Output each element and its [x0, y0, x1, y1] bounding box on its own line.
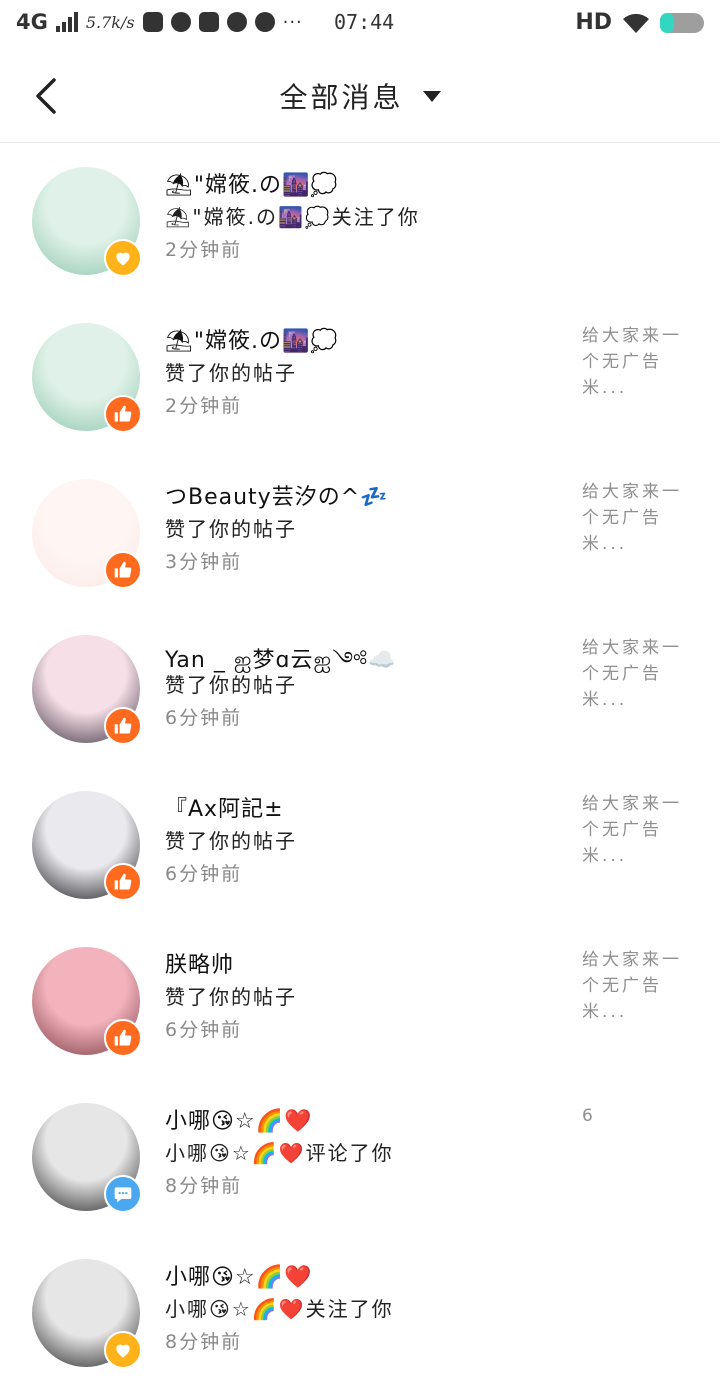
app-notification-icon: [198, 12, 219, 32]
heart-icon: [104, 239, 142, 277]
message-item[interactable]: Yan _ ஐ梦ɑ云ஐ༺☁️ 赞了你的帖子 6分钟前 给大家来一个无广告米...: [0, 611, 720, 767]
caret-down-icon: [422, 90, 441, 102]
message-time: 6分钟前: [165, 863, 243, 885]
pinwheel-icon: [254, 12, 275, 32]
message-item[interactable]: ⛱"嫦筱.の🌆💭 ⛱"嫦筱.の🌆💭关注了你 2分钟前: [0, 143, 720, 299]
title-dropdown[interactable]: 全部消息: [0, 76, 720, 116]
post-preview[interactable]: 6: [582, 1103, 692, 1129]
message-action: 赞了你的帖子: [165, 673, 297, 697]
status-bar: 4G 5.7k/s ··· 07:44 HD: [0, 0, 720, 48]
post-preview[interactable]: 给大家来一个无广告米...: [582, 635, 692, 713]
message-item[interactable]: つBeauty芸汐の^💤 赞了你的帖子 3分钟前 给大家来一个无广告米...: [0, 455, 720, 611]
message-action: 小哪😘☆🌈❤️评论了你: [165, 1141, 394, 1165]
more-notifications-icon: ···: [282, 11, 303, 33]
battery-icon: [660, 12, 704, 33]
message-item[interactable]: 朕略帅赞了你的帖子 6分钟前 给大家来一个无广告米...: [0, 923, 720, 1079]
sender-name[interactable]: 小哪😘☆🌈❤️: [165, 1259, 312, 1291]
message-item[interactable]: 小哪😘☆🌈❤️ 小哪😘☆🌈❤️关注了你 8分钟前: [0, 1235, 720, 1391]
message-time: 6分钟前: [165, 707, 243, 729]
thumb-up-icon: [104, 707, 142, 745]
message-item[interactable]: 小哪😘☆🌈❤️ 小哪😘☆🌈❤️评论了你 8分钟前 6: [0, 1079, 720, 1235]
clock: 07:44: [334, 10, 395, 34]
message-action: 赞了你的帖子: [165, 517, 297, 541]
message-action: 小哪😘☆🌈❤️关注了你: [165, 1297, 394, 1321]
message-item[interactable]: 『Ax阿記± 赞了你的帖子 6分钟前 给大家来一个无广告米...: [0, 767, 720, 923]
sender-name[interactable]: 小哪😘☆🌈❤️: [165, 1103, 312, 1135]
message-time: 8分钟前: [165, 1175, 243, 1197]
message-action: ⛱"嫦筱.の🌆💭关注了你: [165, 205, 420, 229]
thumb-up-icon: [104, 395, 142, 433]
thumb-up-icon: [104, 1019, 142, 1057]
message-list: ⛱"嫦筱.の🌆💭 ⛱"嫦筱.の🌆💭关注了你 2分钟前 ⛱"嫦筱.の🌆💭 赞了你的帖子 2分…: [0, 143, 720, 1391]
app-notification-icon: [142, 12, 163, 32]
network-speed: 5.7k/s: [85, 12, 135, 32]
page-title: 全部消息: [279, 81, 404, 114]
message-action: 赞了你的帖子: [165, 361, 297, 385]
message-time: 2分钟前: [165, 239, 243, 261]
top-bar: 全部消息: [0, 48, 720, 143]
app-notification-icon: [226, 12, 247, 32]
network-type: 4G: [16, 10, 48, 34]
sender-name[interactable]: 『Ax阿記±: [165, 791, 284, 823]
signal-icon: [55, 12, 78, 32]
thumb-up-icon: [104, 863, 142, 901]
message-time: 3分钟前: [165, 551, 243, 573]
message-time: 8分钟前: [165, 1331, 243, 1353]
post-preview[interactable]: 给大家来一个无广告米...: [582, 791, 692, 869]
wifi-icon: [623, 13, 649, 33]
post-preview[interactable]: 给大家来一个无广告米...: [582, 323, 692, 401]
sender-name[interactable]: ⛱"嫦筱.の🌆💭: [165, 323, 339, 355]
comment-icon: [104, 1175, 142, 1213]
thumb-up-icon: [104, 551, 142, 589]
message-item[interactable]: ⛱"嫦筱.の🌆💭 赞了你的帖子 2分钟前 给大家来一个无广告米...: [0, 299, 720, 455]
hd-indicator: HD: [575, 10, 612, 35]
sender-name[interactable]: 朕略帅: [165, 947, 234, 979]
message-action: 赞了你的帖子: [165, 829, 297, 853]
message-time: 2分钟前: [165, 395, 243, 417]
post-preview[interactable]: 给大家来一个无广告米...: [582, 479, 692, 557]
tiktok-icon: [170, 12, 191, 32]
message-action: 赞了你的帖子: [165, 985, 297, 1009]
heart-icon: [104, 1331, 142, 1369]
sender-name[interactable]: つBeauty芸汐の^💤: [165, 479, 389, 511]
sender-name[interactable]: ⛱"嫦筱.の🌆💭: [165, 167, 339, 199]
message-time: 6分钟前: [165, 1019, 243, 1041]
post-preview[interactable]: 给大家来一个无广告米...: [582, 947, 692, 1025]
